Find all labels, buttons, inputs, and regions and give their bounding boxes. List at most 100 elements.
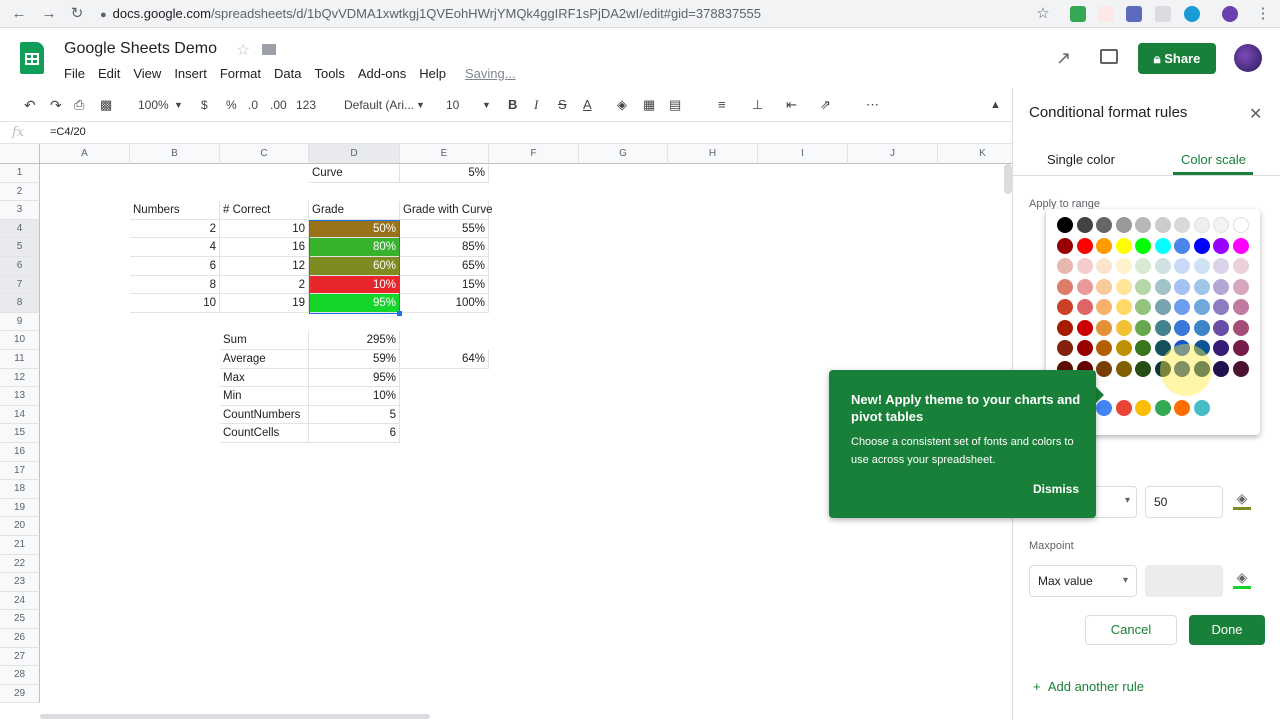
back-icon[interactable]: ← xyxy=(10,5,28,23)
cell-b6[interactable]: 6 xyxy=(130,257,220,276)
font-size-select[interactable]: 10 xyxy=(446,97,459,113)
color-swatch[interactable] xyxy=(1076,217,1093,233)
cell-b5[interactable]: 4 xyxy=(130,238,220,257)
row-header-14[interactable]: 14 xyxy=(0,405,40,425)
column-header-g[interactable]: G xyxy=(579,144,668,164)
color-swatch[interactable] xyxy=(1096,360,1112,377)
formula-bar[interactable]: fx =C4/20 xyxy=(0,122,1012,144)
bold-button[interactable]: B xyxy=(508,97,517,113)
theme-color-swatch[interactable] xyxy=(1193,400,1210,416)
increase-decimal-button[interactable]: .00 xyxy=(270,97,287,113)
address-bar[interactable]: ● docs.google.com/spreadsheets/d/1bQvVDMA… xyxy=(100,3,1060,25)
cell-d13[interactable]: 10% xyxy=(309,387,400,406)
color-swatch[interactable] xyxy=(1174,258,1190,274)
color-swatch[interactable] xyxy=(1154,278,1171,295)
midpoint-type-select[interactable] xyxy=(1089,486,1137,518)
row-header-4[interactable]: 4 xyxy=(0,219,40,239)
color-swatch[interactable] xyxy=(1096,319,1112,336)
color-swatch[interactable] xyxy=(1213,299,1229,315)
cell-c10[interactable]: Sum xyxy=(220,331,309,350)
color-swatch[interactable] xyxy=(1193,360,1210,377)
row-header-2[interactable]: 2 xyxy=(0,182,40,202)
document-title[interactable]: Google Sheets Demo xyxy=(64,40,217,58)
row-header-1[interactable]: 1 xyxy=(0,164,40,183)
undo-icon[interactable]: ↶ xyxy=(24,97,36,113)
cell-e5[interactable]: 85% xyxy=(400,238,489,257)
cell-c8[interactable]: 19 xyxy=(220,294,309,313)
color-swatch[interactable] xyxy=(1135,319,1151,336)
explore-trend-icon[interactable]: ↗ xyxy=(1056,48,1071,69)
color-swatch[interactable] xyxy=(1193,217,1210,233)
menu-edit[interactable]: Edit xyxy=(98,66,120,81)
row-header-11[interactable]: 11 xyxy=(0,350,40,369)
color-swatch[interactable] xyxy=(1174,217,1190,233)
color-swatch[interactable] xyxy=(1096,237,1112,254)
color-swatch[interactable] xyxy=(1193,258,1210,274)
text-color-button[interactable]: A xyxy=(583,97,592,113)
row-header-3[interactable]: 3 xyxy=(0,201,40,220)
column-header-b[interactable]: B xyxy=(130,144,220,164)
strikethrough-button[interactable]: S xyxy=(558,97,567,113)
column-header-a[interactable]: A xyxy=(40,144,130,164)
menu-view[interactable]: View xyxy=(133,66,161,81)
row-header-9[interactable]: 9 xyxy=(0,312,40,332)
menu-file[interactable]: File xyxy=(64,66,85,81)
done-button[interactable]: Done xyxy=(1189,615,1265,645)
color-swatch[interactable] xyxy=(1096,258,1112,274)
cell-e3[interactable]: Grade with Curve xyxy=(400,201,492,220)
browser-profile-icon[interactable] xyxy=(1222,6,1238,22)
color-swatch[interactable] xyxy=(1232,340,1249,356)
share-button[interactable]: 🔒︎ Share xyxy=(1138,43,1216,74)
row-header-23[interactable]: 23 xyxy=(0,573,40,592)
color-swatch[interactable] xyxy=(1076,299,1093,315)
cell-e1[interactable]: 5% xyxy=(400,164,489,183)
row-header-21[interactable]: 21 xyxy=(0,536,40,555)
color-swatch[interactable] xyxy=(1193,299,1210,315)
theme-color-swatch[interactable] xyxy=(1135,400,1151,416)
sheets-logo-icon[interactable] xyxy=(20,42,44,74)
italic-button[interactable]: I xyxy=(534,97,538,113)
horizontal-align-icon[interactable]: ≡ xyxy=(718,97,726,113)
cell-c15[interactable]: CountCells xyxy=(220,424,309,443)
row-header-22[interactable]: 22 xyxy=(0,554,40,574)
color-swatch[interactable] xyxy=(1213,340,1229,356)
cell-c14[interactable]: CountNumbers xyxy=(220,405,309,425)
cell-d12[interactable]: 95% xyxy=(309,368,400,388)
column-header-i[interactable]: I xyxy=(758,144,848,164)
color-swatch[interactable] xyxy=(1135,299,1151,315)
color-swatch[interactable] xyxy=(1154,237,1171,254)
color-swatch[interactable] xyxy=(1115,299,1132,315)
color-swatch[interactable] xyxy=(1057,319,1073,336)
row-header-16[interactable]: 16 xyxy=(0,443,40,462)
row-header-5[interactable]: 5 xyxy=(0,238,40,257)
color-swatch[interactable] xyxy=(1154,299,1171,315)
print-icon[interactable]: ⎙ xyxy=(74,97,84,113)
color-swatch[interactable] xyxy=(1076,319,1093,336)
cell-c4[interactable]: 10 xyxy=(220,219,309,239)
color-swatch[interactable] xyxy=(1057,258,1073,274)
cell-c3[interactable]: # Correct xyxy=(220,201,309,220)
color-swatch[interactable] xyxy=(1232,299,1249,315)
cell-d5[interactable]: 80% xyxy=(309,238,400,257)
cancel-button[interactable]: Cancel xyxy=(1085,615,1177,645)
cell-b8[interactable]: 10 xyxy=(130,294,220,313)
color-swatch[interactable] xyxy=(1057,217,1073,233)
comment-icon[interactable] xyxy=(1100,49,1118,64)
vertical-align-icon[interactable]: ⊥ xyxy=(752,97,763,113)
redo-icon[interactable]: ↷ xyxy=(50,97,62,113)
row-header-25[interactable]: 25 xyxy=(0,610,40,629)
extension-grid-icon[interactable] xyxy=(1126,6,1142,22)
color-swatch[interactable] xyxy=(1076,278,1093,295)
color-swatch[interactable] xyxy=(1076,258,1093,274)
column-header-k[interactable]: K xyxy=(938,144,1012,164)
browser-menu-icon[interactable]: ⋮ xyxy=(1254,5,1272,23)
color-swatch[interactable] xyxy=(1135,340,1151,356)
color-swatch[interactable] xyxy=(1057,278,1073,295)
cell-e6[interactable]: 65% xyxy=(400,257,489,276)
color-swatch[interactable] xyxy=(1115,278,1132,295)
color-swatch[interactable] xyxy=(1174,299,1190,315)
cell-c5[interactable]: 16 xyxy=(220,238,309,257)
row-header-10[interactable]: 10 xyxy=(0,331,40,350)
dismiss-button[interactable]: Dismiss xyxy=(1033,482,1079,496)
text-rotation-icon[interactable]: ⇗ xyxy=(820,97,831,113)
